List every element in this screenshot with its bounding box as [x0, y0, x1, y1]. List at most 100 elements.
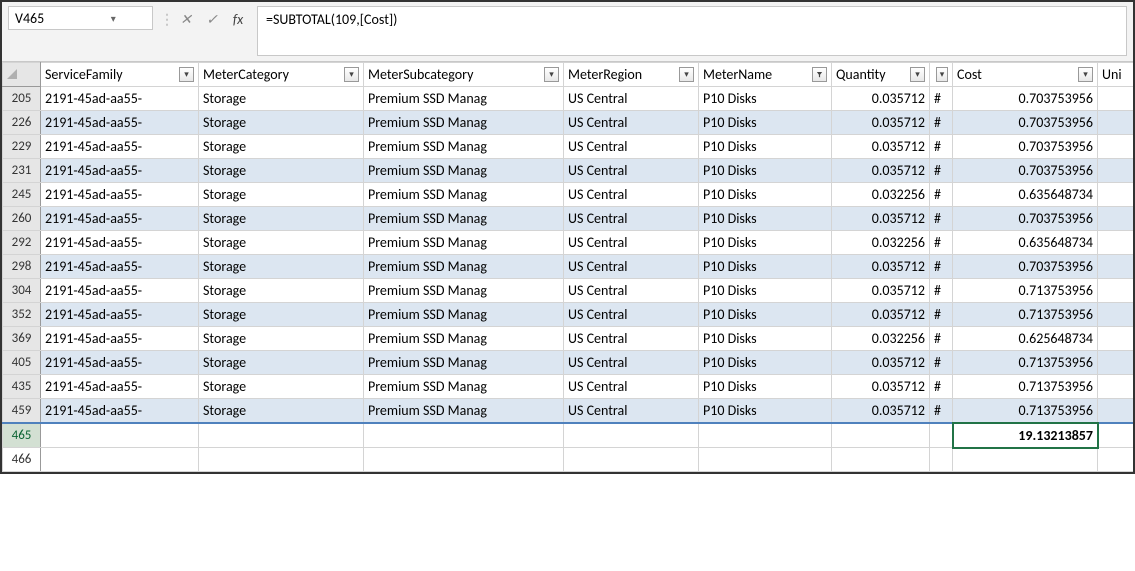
empty-cell[interactable]	[930, 448, 953, 472]
cell-cost[interactable]: 0.703753956	[953, 87, 1098, 111]
cell-metername[interactable]: P10 Disks	[699, 303, 832, 327]
cell-servicefamily[interactable]: 2191-45ad-aa55-	[41, 303, 199, 327]
empty-cell[interactable]	[199, 448, 364, 472]
cell-quantity[interactable]: 0.035712	[832, 135, 930, 159]
cell-metername[interactable]: P10 Disks	[699, 375, 832, 399]
row-number[interactable]: 466	[3, 448, 41, 472]
cell-hash[interactable]: #	[930, 111, 953, 135]
cell-metername[interactable]: P10 Disks	[699, 231, 832, 255]
cell-cost[interactable]: 0.635648734	[953, 183, 1098, 207]
cell-hash[interactable]: #	[930, 327, 953, 351]
fx-icon[interactable]: fx	[229, 10, 247, 28]
column-header-hash[interactable]	[930, 63, 953, 87]
row-number[interactable]: 405	[3, 351, 41, 375]
cell-metercategory[interactable]: Storage	[199, 231, 364, 255]
cell-metersubcategory[interactable]: Premium SSD Manag	[364, 279, 564, 303]
cell-meterregion[interactable]: US Central	[564, 111, 699, 135]
cell-hash[interactable]: #	[930, 183, 953, 207]
filter-button[interactable]	[179, 67, 194, 82]
cell-meterregion[interactable]: US Central	[564, 135, 699, 159]
cell-hash[interactable]: #	[930, 351, 953, 375]
filter-button[interactable]	[344, 67, 359, 82]
cell-uni[interactable]	[1098, 255, 1134, 279]
cell-quantity[interactable]: 0.035712	[832, 375, 930, 399]
cell-metername[interactable]: P10 Disks	[699, 279, 832, 303]
cell-cost[interactable]: 0.625648734	[953, 327, 1098, 351]
column-header-servicefamily[interactable]: ServiceFamily	[41, 63, 199, 87]
total-cell-empty[interactable]	[1098, 423, 1134, 448]
filter-button[interactable]	[1078, 67, 1093, 82]
cell-uni[interactable]	[1098, 183, 1134, 207]
cell-metername[interactable]: P10 Disks	[699, 255, 832, 279]
cell-metercategory[interactable]: Storage	[199, 375, 364, 399]
cell-metersubcategory[interactable]: Premium SSD Manag	[364, 111, 564, 135]
cell-metersubcategory[interactable]: Premium SSD Manag	[364, 303, 564, 327]
cell-metersubcategory[interactable]: Premium SSD Manag	[364, 375, 564, 399]
row-number[interactable]: 226	[3, 111, 41, 135]
cell-servicefamily[interactable]: 2191-45ad-aa55-	[41, 111, 199, 135]
cell-metersubcategory[interactable]: Premium SSD Manag	[364, 87, 564, 111]
cell-metercategory[interactable]: Storage	[199, 255, 364, 279]
row-number[interactable]: 352	[3, 303, 41, 327]
cell-uni[interactable]	[1098, 327, 1134, 351]
cell-cost[interactable]: 0.703753956	[953, 255, 1098, 279]
cell-metersubcategory[interactable]: Premium SSD Manag	[364, 183, 564, 207]
filter-button[interactable]	[936, 67, 948, 82]
cell-cost[interactable]: 0.635648734	[953, 231, 1098, 255]
cell-metername[interactable]: P10 Disks	[699, 351, 832, 375]
cell-quantity[interactable]: 0.035712	[832, 87, 930, 111]
cell-uni[interactable]	[1098, 351, 1134, 375]
cell-meterregion[interactable]: US Central	[564, 231, 699, 255]
cell-uni[interactable]	[1098, 279, 1134, 303]
cell-meterregion[interactable]: US Central	[564, 255, 699, 279]
cell-metercategory[interactable]: Storage	[199, 327, 364, 351]
cell-metercategory[interactable]: Storage	[199, 303, 364, 327]
cell-cost[interactable]: 0.713753956	[953, 279, 1098, 303]
cell-quantity[interactable]: 0.035712	[832, 399, 930, 424]
empty-cell[interactable]	[364, 448, 564, 472]
cell-meterregion[interactable]: US Central	[564, 375, 699, 399]
total-cell-empty[interactable]	[699, 423, 832, 448]
cell-quantity[interactable]: 0.035712	[832, 207, 930, 231]
cell-metername[interactable]: P10 Disks	[699, 111, 832, 135]
total-cell-empty[interactable]	[832, 423, 930, 448]
cell-metername[interactable]: P10 Disks	[699, 327, 832, 351]
cell-hash[interactable]: #	[930, 399, 953, 424]
cell-metercategory[interactable]: Storage	[199, 159, 364, 183]
empty-cell[interactable]	[41, 448, 199, 472]
cell-quantity[interactable]: 0.035712	[832, 279, 930, 303]
column-header-cost[interactable]: Cost	[953, 63, 1098, 87]
cell-metersubcategory[interactable]: Premium SSD Manag	[364, 351, 564, 375]
cell-metersubcategory[interactable]: Premium SSD Manag	[364, 327, 564, 351]
total-cell-empty[interactable]	[564, 423, 699, 448]
cell-uni[interactable]	[1098, 207, 1134, 231]
column-header-uni[interactable]: Uni	[1098, 63, 1134, 87]
total-cell-empty[interactable]	[41, 423, 199, 448]
cell-metersubcategory[interactable]: Premium SSD Manag	[364, 255, 564, 279]
cell-hash[interactable]: #	[930, 303, 953, 327]
cell-metercategory[interactable]: Storage	[199, 111, 364, 135]
cell-hash[interactable]: #	[930, 255, 953, 279]
cell-uni[interactable]	[1098, 231, 1134, 255]
cell-metercategory[interactable]: Storage	[199, 399, 364, 424]
cell-meterregion[interactable]: US Central	[564, 183, 699, 207]
cell-servicefamily[interactable]: 2191-45ad-aa55-	[41, 87, 199, 111]
cell-metername[interactable]: P10 Disks	[699, 183, 832, 207]
cell-metersubcategory[interactable]: Premium SSD Manag	[364, 231, 564, 255]
column-header-quantity[interactable]: Quantity	[832, 63, 930, 87]
cell-metersubcategory[interactable]: Premium SSD Manag	[364, 207, 564, 231]
empty-cell[interactable]	[1098, 448, 1134, 472]
cell-cost[interactable]: 0.713753956	[953, 375, 1098, 399]
total-cell-empty[interactable]	[930, 423, 953, 448]
cell-metername[interactable]: P10 Disks	[699, 399, 832, 424]
row-number[interactable]: 205	[3, 87, 41, 111]
name-box-dropdown-icon[interactable]: ▾	[81, 12, 147, 24]
cell-uni[interactable]	[1098, 159, 1134, 183]
cell-quantity[interactable]: 0.035712	[832, 159, 930, 183]
cell-metersubcategory[interactable]: Premium SSD Manag	[364, 399, 564, 424]
row-number[interactable]: 298	[3, 255, 41, 279]
cell-servicefamily[interactable]: 2191-45ad-aa55-	[41, 375, 199, 399]
total-cost-cell[interactable]: 19.13213857 ▾	[953, 423, 1098, 448]
cell-uni[interactable]	[1098, 87, 1134, 111]
cell-cost[interactable]: 0.713753956	[953, 303, 1098, 327]
